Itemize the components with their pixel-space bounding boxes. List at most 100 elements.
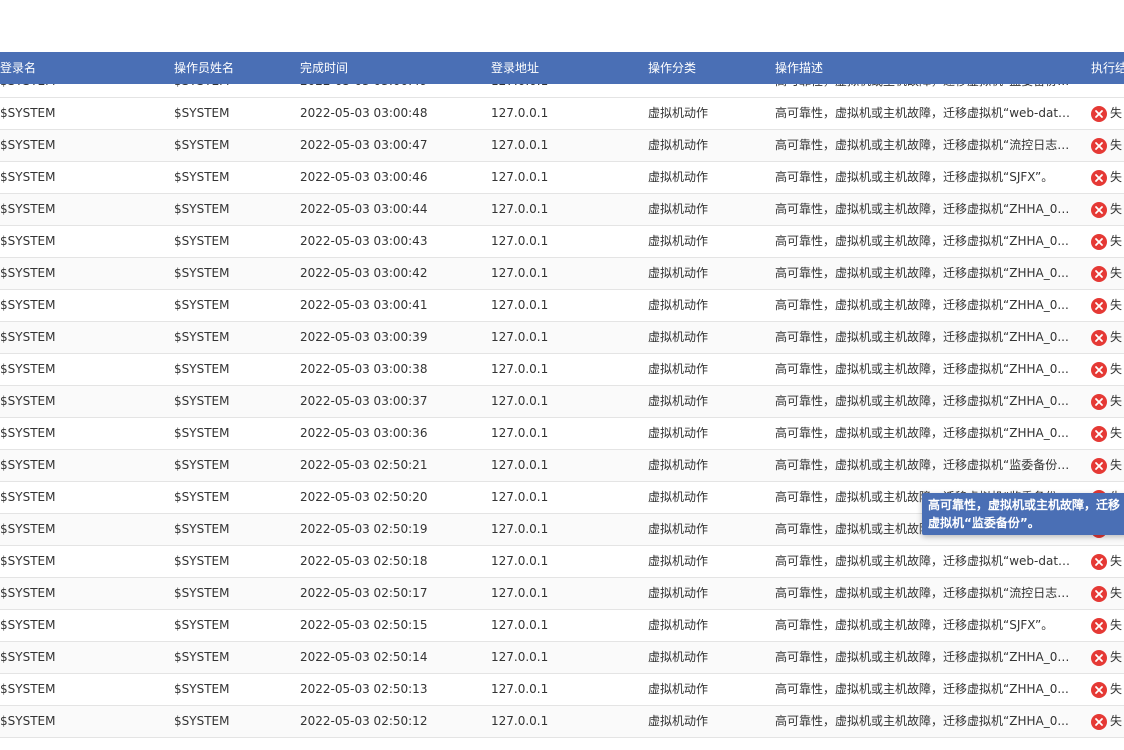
cell-operation-description[interactable]: 高可靠性，虚拟机或主机故障，迁移虚拟机“ZHHA_01... [775,194,1071,225]
cell-operation-description[interactable]: 高可靠性，虚拟机或主机故障，迁移虚拟机“ZHHA_0... [775,418,1071,449]
cell-operation-description[interactable]: 高可靠性，虚拟机或主机故障，迁移虚拟机“监委备份”。 [775,450,1071,481]
cell-completion-time: 2022-05-03 03:00:42 [300,266,428,280]
cell-operator-name: $SYSTEM [174,138,230,152]
close-circle-icon [1091,105,1107,122]
cell-operation-description[interactable]: 高可靠性，虚拟机或主机故障，迁移虚拟机“SJFX”。 [775,162,1071,193]
column-header-operation-category[interactable]: 操作分类 [648,52,768,84]
cell-operation-description[interactable]: 高可靠性，虚拟机或主机故障，迁移虚拟机“ZHHA_0... [775,674,1071,705]
cell-operation-category: 虚拟机动作 [648,426,709,440]
cell-execution-result: 失 [1091,674,1124,705]
cell-operation-description[interactable]: 高可靠性，虚拟机或主机故障，迁移虚拟机“ZHHA_0... [775,226,1071,257]
close-circle-icon [1091,297,1107,314]
cell-operator-name: $SYSTEM [174,650,230,664]
table-row[interactable]: $SYSTEM $SYSTEM 2022-05-03 03:00:42 127.0.0… [0,258,1124,290]
close-circle-icon [1091,361,1107,378]
table-row[interactable]: $SYSTEM $SYSTEM 2022-05-03 03:00:36 127.0.0… [0,418,1124,450]
cell-login-name: $SYSTEM [0,618,56,632]
status-badge: 失 [1091,162,1122,193]
cell-operation-description[interactable]: 高可靠性，虚拟机或主机故障，迁移虚拟机“ZHHA_0... [775,706,1071,737]
cell-operation-description[interactable]: 高可靠性，虚拟机或主机故障，迁移虚拟机“ZHHA_01... [775,642,1071,673]
cell-operation-category: 虚拟机动作 [648,490,709,504]
cell-operation-description[interactable]: 高可靠性，虚拟机或主机故障，迁移虚拟机“ZHHA_0... [775,322,1071,353]
cell-operation-category: 虚拟机动作 [648,618,709,632]
column-header-completion-time[interactable]: 完成时间 [300,52,485,84]
close-circle-icon [1091,425,1107,442]
cell-operation-category: 虚拟机动作 [648,554,709,568]
cell-operation-category: 虚拟机动作 [648,650,709,664]
cell-completion-time: 2022-05-03 02:50:14 [300,650,428,664]
table-row[interactable]: $SYSTEM $SYSTEM 2022-05-03 03:00:37 127.0.0… [0,386,1124,418]
cell-operation-category: 虚拟机动作 [648,714,709,728]
cell-operation-description[interactable]: 高可靠性，虚拟机或主机故障，迁移虚拟机“ZHHA_0... [775,290,1071,321]
table-body: $SYSTEM $SYSTEM 2022-05-03 03:00:49 127.… [0,66,1124,738]
status-label: 失 [1110,362,1123,376]
table-row[interactable]: $SYSTEM $SYSTEM 2022-05-03 03:00:41 127.0.0… [0,290,1124,322]
cell-execution-result: 失 [1091,546,1124,577]
status-label: 失 [1110,586,1123,600]
status-label: 失 [1110,618,1123,632]
table-row[interactable]: $SYSTEM $SYSTEM 2022-05-03 03:00:44 127.0.0… [0,194,1124,226]
cell-execution-result: 失 [1091,578,1124,609]
cell-login-address: 127.0.0.1 [491,618,549,632]
close-circle-icon [1091,201,1107,218]
cell-operator-name: $SYSTEM [174,266,230,280]
cell-operator-name: $SYSTEM [174,490,230,504]
cell-operator-name: $SYSTEM [174,554,230,568]
table-row[interactable]: $SYSTEM $SYSTEM 2022-05-03 02:50:18 127.0.0… [0,546,1124,578]
cell-login-address: 127.0.0.1 [491,170,549,184]
cell-operation-description[interactable]: 高可靠性，虚拟机或主机故障，迁移虚拟机“ZHHA_0... [775,258,1071,289]
cell-execution-result: 失 [1091,226,1124,257]
cell-operation-description[interactable]: 高可靠性，虚拟机或主机故障，迁移虚拟机“ZHHA_0... [775,386,1071,417]
table-row[interactable]: $SYSTEM $SYSTEM 2022-05-03 03:00:43 127.0.0… [0,226,1124,258]
cell-completion-time: 2022-05-03 02:50:19 [300,522,428,536]
status-label: 失 [1110,426,1123,440]
cell-login-name: $SYSTEM [0,394,56,408]
status-badge: 失 [1091,354,1122,385]
table-row[interactable]: $SYSTEM $SYSTEM 2022-05-03 03:00:38 127.0.0… [0,354,1124,386]
column-header-operator-name[interactable]: 操作员姓名 [174,52,294,84]
column-header-login-name[interactable]: 登录名 [0,52,170,84]
cell-operator-name: $SYSTEM [174,682,230,696]
status-badge: 失 [1091,386,1122,417]
status-label: 失 [1110,394,1123,408]
cell-operation-description[interactable]: 高可靠性，虚拟机或主机故障，迁移虚拟机“ZHHA_0... [775,354,1071,385]
cell-login-name: $SYSTEM [0,682,56,696]
table-row[interactable]: $SYSTEM $SYSTEM 2022-05-03 03:00:47 127.0.0… [0,130,1124,162]
cell-login-name: $SYSTEM [0,234,56,248]
cell-completion-time: 2022-05-03 03:00:39 [300,330,428,344]
table-row[interactable]: $SYSTEM $SYSTEM 2022-05-03 03:00:39 127.0.0… [0,322,1124,354]
column-header-login-address[interactable]: 登录地址 [491,52,641,84]
cell-operator-name: $SYSTEM [174,330,230,344]
cell-operation-description[interactable]: 高可靠性，虚拟机或主机故障，迁移虚拟机“web-data... [775,98,1071,129]
cell-operator-name: $SYSTEM [174,394,230,408]
table-row[interactable]: $SYSTEM $SYSTEM 2022-05-03 02:50:17 127.0.0… [0,578,1124,610]
column-header-execution-result[interactable]: 执行结 [1091,52,1124,84]
cell-execution-result: 失 [1091,162,1124,193]
status-badge: 失 [1091,546,1122,577]
table-row[interactable]: $SYSTEM $SYSTEM 2022-05-03 02:50:14 127.0.0… [0,642,1124,674]
table-row[interactable]: $SYSTEM $SYSTEM 2022-05-03 02:50:12 127.0.0… [0,706,1124,738]
cell-completion-time: 2022-05-03 02:50:18 [300,554,428,568]
cell-execution-result: 失 [1091,386,1124,417]
table-row[interactable]: $SYSTEM $SYSTEM 2022-05-03 03:00:48 127.0.0… [0,98,1124,130]
cell-login-name: $SYSTEM [0,586,56,600]
cell-execution-result: 失 [1091,130,1124,161]
cell-operation-description[interactable]: 高可靠性，虚拟机或主机故障，迁移虚拟机“SJFX”。 [775,610,1071,641]
column-header-operation-description[interactable]: 操作描述 [775,52,1071,84]
close-circle-icon [1091,713,1107,730]
table-row[interactable]: $SYSTEM $SYSTEM 2022-05-03 02:50:21 127.0.0… [0,450,1124,482]
table-row[interactable]: $SYSTEM $SYSTEM 2022-05-03 02:50:13 127.0.0… [0,674,1124,706]
cell-operation-description[interactable]: 高可靠性，虚拟机或主机故障，迁移虚拟机“web-data... [775,546,1071,577]
cell-login-name: $SYSTEM [0,426,56,440]
cell-execution-result: 失 [1091,642,1124,673]
status-label: 失 [1110,554,1123,568]
status-label: 失 [1110,202,1123,216]
cell-login-name: $SYSTEM [0,554,56,568]
close-circle-icon [1091,233,1107,250]
cell-operation-description[interactable]: 高可靠性，虚拟机或主机故障，迁移虚拟机“流控日志”。 [775,578,1071,609]
cell-completion-time: 2022-05-03 02:50:12 [300,714,428,728]
table-row[interactable]: $SYSTEM $SYSTEM 2022-05-03 03:00:46 127.0.0… [0,162,1124,194]
table-row[interactable]: $SYSTEM $SYSTEM 2022-05-03 02:50:15 127.0.0… [0,610,1124,642]
cell-login-name: $SYSTEM [0,362,56,376]
cell-operation-description[interactable]: 高可靠性，虚拟机或主机故障，迁移虚拟机“流控日志”。 [775,130,1071,161]
